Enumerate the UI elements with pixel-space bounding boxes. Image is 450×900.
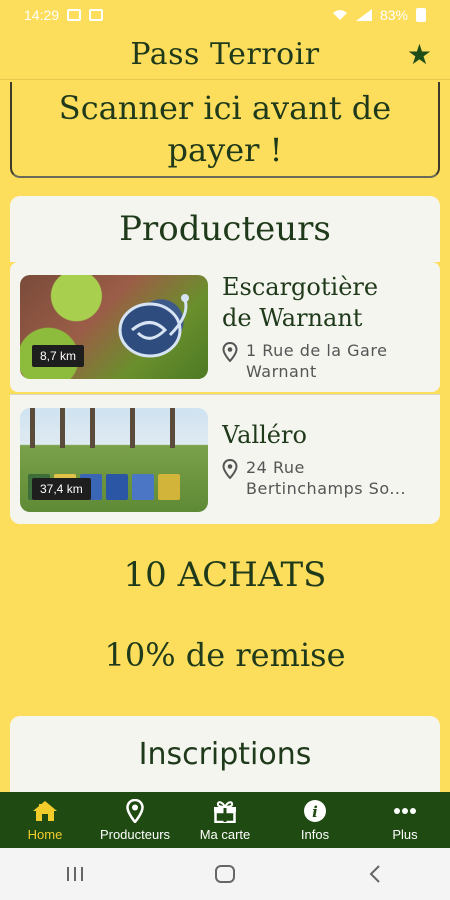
status-bar: 14:29 83% xyxy=(0,0,450,30)
info-icon: i xyxy=(304,799,326,822)
producer-address-line1: 24 Rue xyxy=(246,458,305,477)
app-title: Pass Terroir xyxy=(130,37,320,72)
scan-text-line1: Scanner ici avant de xyxy=(58,89,392,127)
discount-text: 10% de remise xyxy=(104,636,346,674)
registrations-heading[interactable]: Inscriptions xyxy=(10,716,440,792)
location-pin-icon xyxy=(222,459,238,479)
nav-home-label: Home xyxy=(27,826,63,842)
nav-home[interactable]: Home xyxy=(0,799,90,842)
star-icon[interactable]: ★ xyxy=(407,38,432,71)
home-circle-icon xyxy=(215,865,235,883)
location-pin-icon xyxy=(126,798,144,823)
back-icon xyxy=(369,865,380,883)
app-notification-icon xyxy=(89,9,104,21)
producer-name-line1: Escargotière xyxy=(222,273,379,301)
bottom-navigation: Home Producteurs Ma carte i Infos Plus xyxy=(0,792,450,848)
gift-icon xyxy=(214,800,236,823)
recent-apps-button[interactable] xyxy=(60,864,90,884)
more-dots-icon xyxy=(394,807,416,814)
battery-icon xyxy=(416,8,426,22)
system-navigation-bar xyxy=(0,848,450,900)
nav-info-label: Infos xyxy=(300,826,330,842)
producer-photo: 8,7 km xyxy=(20,275,208,379)
svg-text:i: i xyxy=(312,803,318,821)
image-notification-icon xyxy=(67,9,82,21)
producers-heading: Producteurs xyxy=(10,196,440,262)
producer-address-line1: 1 Rue de la Gare xyxy=(246,341,388,360)
purchases-count: 10 ACHATS xyxy=(123,555,327,595)
producer-card-escargotiere[interactable]: 8,7 km Escargotière de Warnant 1 Rue de … xyxy=(10,262,440,392)
back-button[interactable] xyxy=(360,864,390,884)
distance-badge: 8,7 km xyxy=(32,345,85,367)
home-button[interactable] xyxy=(210,864,240,884)
nav-my-card[interactable]: Ma carte xyxy=(180,799,270,842)
producer-photo: 37,4 km xyxy=(20,407,208,512)
status-time: 14:29 xyxy=(24,7,60,23)
battery-percent: 83% xyxy=(379,7,408,23)
producer-address-line2: Warnant xyxy=(246,362,317,381)
signal-icon xyxy=(355,9,372,21)
distance-badge: 37,4 km xyxy=(32,477,91,500)
scan-button[interactable]: Scanner ici avant de payer ! xyxy=(10,82,440,178)
producer-name-line2: de Warnant xyxy=(222,304,363,332)
scan-text-line2: payer ! xyxy=(167,131,283,169)
nav-more-label: Plus xyxy=(392,826,418,842)
nav-producers-label: Producteurs xyxy=(99,826,171,842)
producer-name-line1: Valléro xyxy=(222,421,307,449)
nav-info[interactable]: i Infos xyxy=(270,799,360,842)
location-pin-icon xyxy=(222,342,238,362)
producer-address-line2: Bertinchamps So... xyxy=(246,479,407,498)
nav-more[interactable]: Plus xyxy=(360,799,450,842)
wifi-icon xyxy=(332,10,347,20)
home-icon xyxy=(33,800,57,821)
producer-card-vallero[interactable]: 37,4 km Valléro 24 Rue Bertinchamps So..… xyxy=(10,394,440,524)
recent-apps-icon xyxy=(67,867,83,881)
app-bar: Pass Terroir ★ xyxy=(0,30,450,80)
producers-list: 8,7 km Escargotière de Warnant 1 Rue de … xyxy=(10,262,440,526)
nav-producers[interactable]: Producteurs xyxy=(90,798,180,842)
nav-my-card-label: Ma carte xyxy=(199,826,251,842)
